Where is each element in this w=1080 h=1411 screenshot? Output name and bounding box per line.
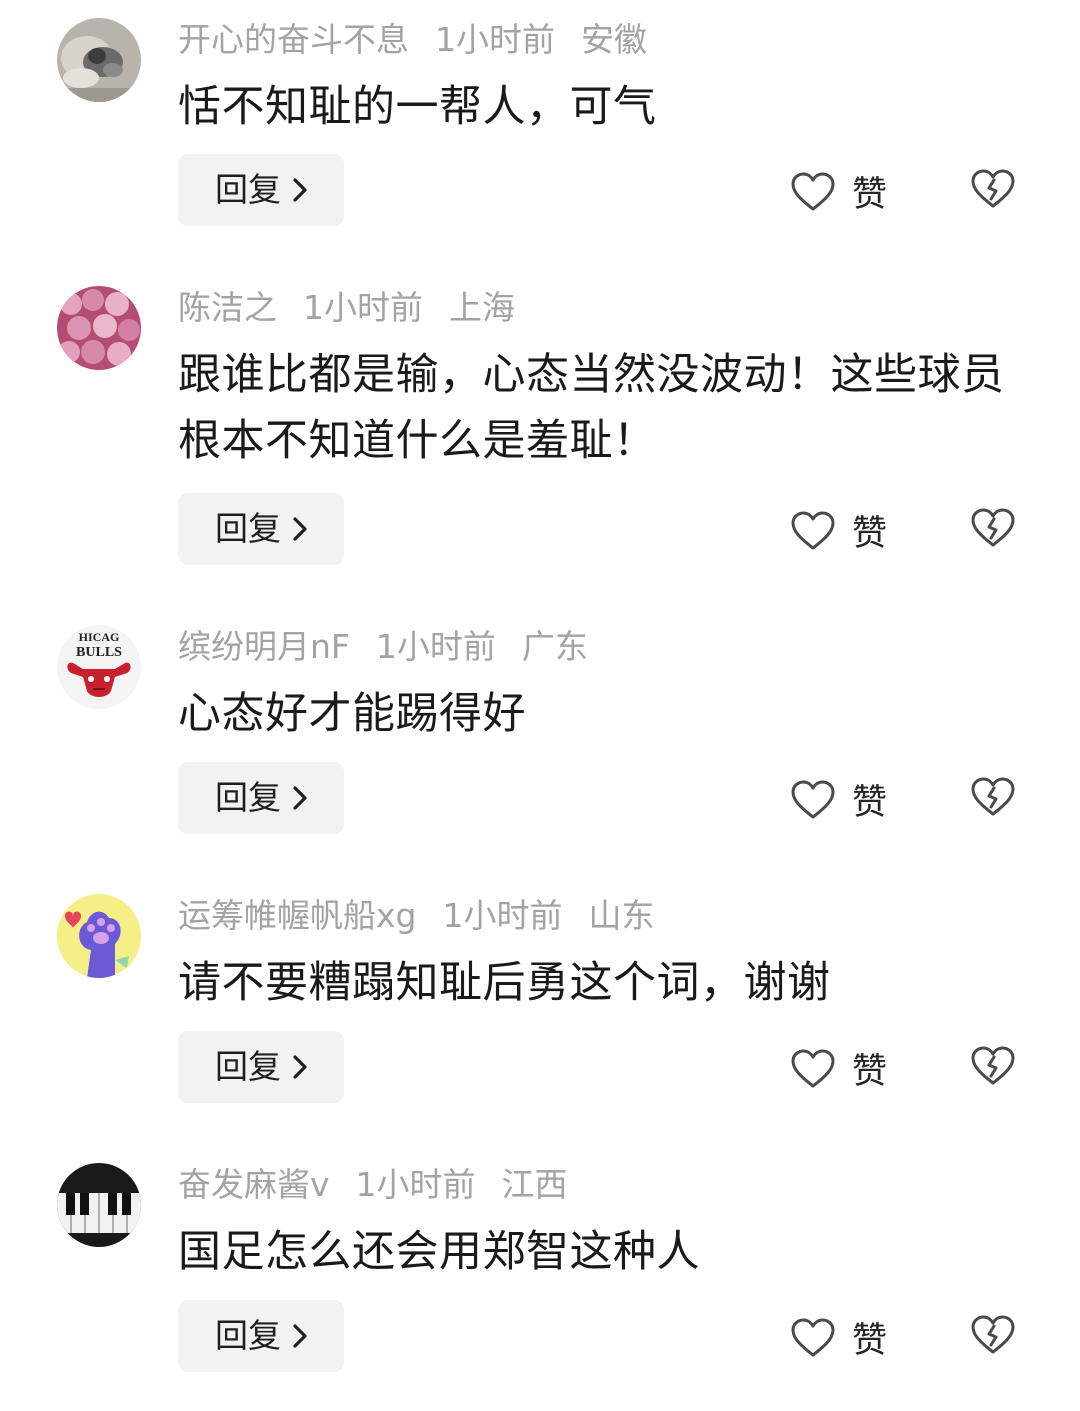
comment-text: 请不要糟蹋知耻后勇这个词，谢谢 bbox=[178, 958, 831, 1008]
comment-text: 国足怎么还会用郑智这种人 bbox=[178, 1227, 700, 1277]
comment-actions: 回复 赞 bbox=[0, 1300, 1080, 1372]
cat-avatar bbox=[57, 18, 141, 102]
heart-icon bbox=[791, 1318, 835, 1356]
author-name[interactable]: 开心的奋斗不息 bbox=[178, 20, 409, 59]
author-name[interactable]: 奋发麻酱v bbox=[178, 1165, 330, 1204]
comment-location: 江西 bbox=[501, 1165, 568, 1204]
logo-text-top: HICAG bbox=[79, 630, 120, 644]
heart-icon bbox=[791, 511, 835, 549]
comment-location: 安徽 bbox=[581, 20, 647, 59]
heart-icon bbox=[791, 780, 835, 818]
like-button[interactable]: 赞 bbox=[790, 1312, 888, 1361]
reply-label: 回复 bbox=[215, 170, 281, 209]
reply-button[interactable]: 回复 bbox=[178, 1031, 344, 1103]
berries-avatar bbox=[57, 286, 141, 370]
reply-button[interactable]: 回复 bbox=[178, 1300, 344, 1372]
chevron-right-icon bbox=[293, 1324, 307, 1348]
like-label: 赞 bbox=[852, 1321, 888, 1361]
comment-time: 1小时前 bbox=[355, 1165, 476, 1204]
comment-meta: 运筹帷幄帆船xg 1小时前 山东 bbox=[178, 894, 680, 938]
reply-button[interactable]: 回复 bbox=[178, 154, 344, 226]
author-name[interactable]: 缤纷明月nF bbox=[178, 627, 350, 666]
like-button[interactable]: 赞 bbox=[790, 1043, 888, 1092]
like-label: 赞 bbox=[852, 783, 888, 823]
reply-button[interactable]: 回复 bbox=[178, 493, 344, 565]
paw-avatar bbox=[57, 894, 141, 978]
comment-location: 山东 bbox=[588, 896, 655, 935]
bulls-logo-avatar: HICAG BULLS bbox=[57, 625, 141, 709]
chevron-right-icon bbox=[293, 786, 307, 810]
comment-location: 广东 bbox=[521, 627, 588, 666]
reply-label: 回复 bbox=[215, 1047, 281, 1086]
broken-heart-icon[interactable] bbox=[970, 168, 1016, 210]
comment-time: 1小时前 bbox=[442, 896, 563, 935]
reply-label: 回复 bbox=[215, 778, 281, 817]
avatar[interactable] bbox=[57, 1163, 141, 1247]
avatar[interactable]: HICAG BULLS bbox=[57, 625, 141, 709]
piano-keys-avatar bbox=[57, 1163, 141, 1247]
avatar[interactable] bbox=[57, 286, 141, 370]
logo-text-bottom: BULLS bbox=[76, 645, 122, 660]
like-button[interactable]: 赞 bbox=[790, 166, 888, 215]
broken-heart-icon[interactable] bbox=[970, 776, 1016, 818]
comment-meta: 奋发麻酱v 1小时前 江西 bbox=[178, 1163, 594, 1207]
chevron-right-icon bbox=[293, 517, 307, 541]
like-label: 赞 bbox=[852, 1052, 888, 1092]
broken-heart-icon[interactable] bbox=[970, 507, 1016, 549]
reply-label: 回复 bbox=[215, 509, 281, 548]
author-name[interactable]: 陈洁之 bbox=[178, 288, 277, 327]
broken-heart-icon[interactable] bbox=[970, 1045, 1016, 1087]
heart-icon bbox=[791, 1049, 835, 1087]
reply-label: 回复 bbox=[215, 1316, 281, 1355]
comment-text: 心态好才能踢得好 bbox=[178, 689, 526, 739]
comment-text: 恬不知耻的一帮人，可气 bbox=[178, 82, 657, 132]
avatar[interactable] bbox=[57, 894, 141, 978]
comment-time: 1小时前 bbox=[303, 288, 423, 327]
like-button[interactable]: 赞 bbox=[790, 774, 888, 823]
author-name[interactable]: 运筹帷幄帆船xg bbox=[178, 896, 416, 935]
like-label: 赞 bbox=[852, 514, 888, 554]
like-label: 赞 bbox=[852, 175, 888, 215]
chevron-right-icon bbox=[293, 178, 307, 202]
comment-text: 跟谁比都是输，心态当然没波动！这些球员根本不知道什么是羞耻！ bbox=[178, 350, 1005, 466]
comment-location: 上海 bbox=[449, 288, 515, 327]
heart-icon bbox=[791, 172, 835, 210]
comment-meta: 开心的奋斗不息 1小时前 安徽 bbox=[178, 18, 673, 62]
comment-meta: 缤纷明月nF 1小时前 广东 bbox=[178, 625, 614, 669]
comment-meta: 陈洁之 1小时前 上海 bbox=[178, 286, 541, 330]
like-button[interactable]: 赞 bbox=[790, 505, 888, 554]
reply-button[interactable]: 回复 bbox=[178, 762, 344, 834]
comment-actions: 回复 赞 bbox=[0, 1031, 1080, 1103]
avatar[interactable] bbox=[57, 18, 141, 102]
comment-time: 1小时前 bbox=[375, 627, 496, 666]
comment-actions: 回复 赞 bbox=[0, 154, 1080, 226]
comment-time: 1小时前 bbox=[435, 20, 555, 59]
chevron-right-icon bbox=[293, 1055, 307, 1079]
comment-actions: 回复 赞 bbox=[0, 493, 1080, 565]
comment-actions: 回复 赞 bbox=[0, 762, 1080, 834]
broken-heart-icon[interactable] bbox=[970, 1314, 1016, 1356]
